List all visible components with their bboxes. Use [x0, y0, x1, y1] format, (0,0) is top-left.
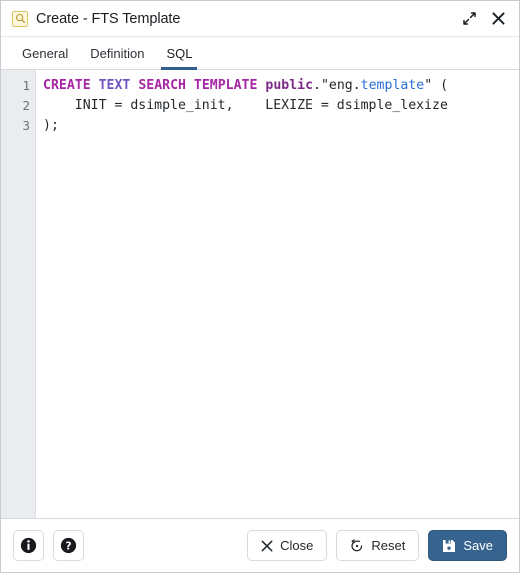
sql-token: public [265, 78, 314, 93]
help-button[interactable]: ? [53, 530, 84, 561]
sql-token: INIT = dsimple_init, LEXIZE = dsimple_le… [43, 98, 448, 113]
create-fts-template-dialog: Create - FTS Template General Definition… [0, 0, 520, 573]
svg-text:?: ? [65, 541, 71, 553]
sql-code-line: CREATE TEXT SEARCH TEMPLATE public."eng.… [43, 76, 519, 96]
dialog-tabbar: General Definition SQL [1, 37, 519, 70]
line-number-gutter: 1 2 3 [1, 70, 36, 518]
help-icon: ? [60, 537, 77, 554]
expand-icon[interactable] [458, 8, 480, 30]
reset-icon [350, 538, 364, 553]
footer-right-group: Close Reset Save [247, 530, 507, 561]
sql-code-line: INIT = dsimple_init, LEXIZE = dsimple_le… [43, 96, 519, 116]
close-button-label: Close [280, 538, 314, 553]
sql-token: template [360, 78, 425, 93]
line-number: 2 [22, 98, 30, 113]
dialog-titlebar: Create - FTS Template [1, 1, 519, 37]
sql-token: ."eng. [313, 78, 361, 93]
sql-token: ); [43, 118, 59, 133]
line-number: 1 [22, 78, 30, 93]
sql-token: CREATE [43, 78, 91, 93]
sql-token: " ( [424, 78, 449, 93]
tab-definition[interactable]: Definition [79, 47, 155, 69]
fts-template-icon [12, 10, 28, 27]
sql-token: TEMPLATE [193, 78, 258, 93]
line-number: 3 [22, 118, 30, 133]
dialog-footer: ? Close Reset Save [1, 519, 519, 572]
close-icon[interactable] [487, 8, 509, 30]
sql-code-content[interactable]: CREATE TEXT SEARCH TEMPLATE public."eng.… [36, 70, 519, 518]
footer-left-group: ? [13, 530, 84, 561]
dialog-title: Create - FTS Template [36, 10, 181, 27]
info-icon [20, 537, 37, 554]
info-button[interactable] [13, 530, 44, 561]
sql-code-line: ); [43, 116, 519, 136]
tab-sql[interactable]: SQL [155, 47, 203, 70]
sql-token: SEARCH [138, 78, 186, 93]
sql-editor[interactable]: 1 2 3 CREATE TEXT SEARCH TEMPLATE public… [1, 70, 519, 519]
save-button[interactable]: Save [428, 530, 507, 561]
save-floppy-icon [442, 539, 456, 553]
save-button-label: Save [463, 538, 493, 553]
reset-button[interactable]: Reset [336, 530, 420, 561]
close-button[interactable]: Close [247, 530, 328, 561]
x-icon [261, 540, 273, 552]
sql-token: TEXT [98, 78, 131, 93]
reset-button-label: Reset [371, 538, 406, 553]
tab-general[interactable]: General [11, 47, 79, 69]
